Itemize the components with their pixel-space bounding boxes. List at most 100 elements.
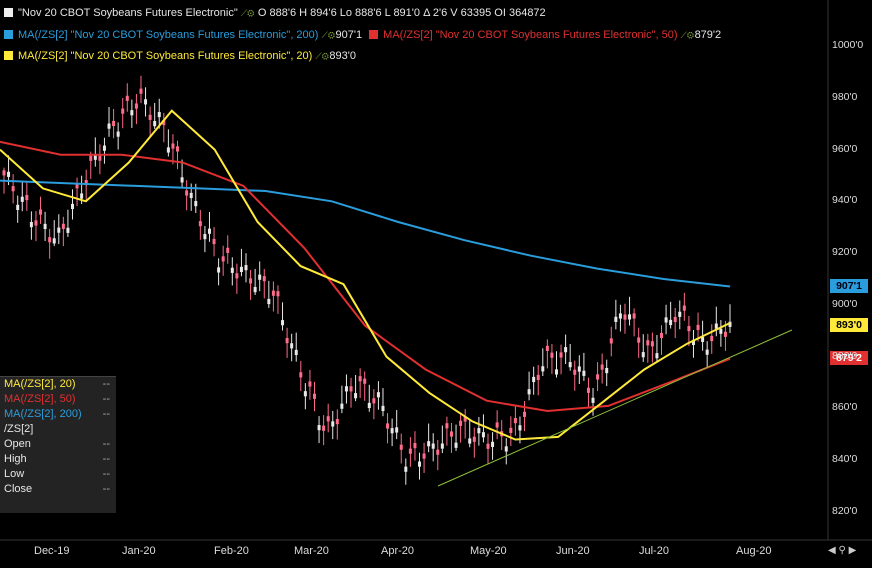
- candle-body: [445, 423, 449, 429]
- legend-row: Low --: [0, 467, 116, 482]
- legend-row-label: Close: [4, 483, 33, 495]
- candle-body: [102, 145, 106, 151]
- candle-body: [440, 443, 444, 449]
- candle-body: [130, 110, 134, 116]
- candle-body: [290, 343, 294, 349]
- candle-body: [376, 392, 380, 398]
- candle-body: [472, 436, 476, 442]
- legend-row: Open --: [0, 437, 116, 452]
- candle-body: [89, 155, 93, 161]
- price-tick-label: 940'0: [832, 194, 858, 207]
- candle-body: [390, 428, 394, 434]
- candle-body: [687, 326, 691, 332]
- price-tick-label: 1000'0: [832, 39, 864, 51]
- candle-body: [573, 369, 577, 375]
- candle-body: [299, 372, 303, 378]
- candle-body: [16, 204, 20, 210]
- candle-body: [399, 444, 403, 450]
- candle-body: [221, 256, 225, 262]
- candle-body: [554, 369, 558, 375]
- legend-row-label: Low: [4, 468, 25, 480]
- candle-body: [303, 391, 307, 397]
- settings-icon[interactable]: ⟋⚙: [241, 6, 255, 20]
- candle-body: [477, 428, 481, 434]
- candle-body: [431, 443, 435, 449]
- legend-row-value: --: [102, 378, 110, 390]
- ohlc-readout: O 888'6 H 894'6 Lo 888'6 L 891'0 Δ 2'6 V…: [257, 7, 546, 19]
- candle-body: [66, 227, 70, 233]
- zoom-icon[interactable]: ⚲: [838, 545, 845, 556]
- candle-body: [395, 427, 399, 433]
- legend-row-label: /ZS[2]: [4, 423, 34, 435]
- candle-body: [381, 405, 385, 412]
- candle-body: [719, 328, 723, 334]
- candle-body: [176, 146, 180, 152]
- ma20-settings-icon[interactable]: ⟋⚙: [315, 49, 329, 63]
- candle-body: [166, 147, 170, 153]
- candle-body: [340, 403, 344, 409]
- candle-body: [148, 114, 152, 120]
- candle-body: [20, 196, 24, 202]
- candle-body: [413, 443, 417, 449]
- candle-body: [61, 223, 65, 229]
- candle-body: [513, 418, 517, 424]
- candle-body: [518, 425, 522, 431]
- data-legend-box: MA(/ZS[2], 20) -- MA(/ZS[2], 50) -- MA(/ZS[2…: [0, 376, 116, 513]
- candle-body: [532, 376, 536, 383]
- candle-body: [121, 108, 125, 114]
- candle-body: [107, 123, 111, 129]
- candle-body: [486, 443, 490, 449]
- candle-body: [116, 131, 120, 137]
- candle-body: [157, 111, 161, 118]
- candle-body: [258, 274, 262, 280]
- candle-body: [144, 99, 148, 105]
- legend-row-value: --: [102, 393, 110, 405]
- candle-body: [358, 376, 362, 382]
- candle-body: [545, 345, 549, 351]
- ma50-settings-icon[interactable]: ⟋⚙: [681, 28, 695, 42]
- candle-body: [212, 238, 216, 245]
- candle-body: [527, 389, 531, 395]
- candle-body: [326, 416, 330, 422]
- legend-row-value: --: [102, 408, 110, 420]
- axis-controls[interactable]: ◀ ⚲ ▶: [828, 545, 856, 556]
- legend-row-value: --: [102, 468, 110, 480]
- legend-row: Close --: [0, 482, 116, 497]
- candle-body: [134, 103, 138, 109]
- candle-body: [696, 324, 700, 331]
- time-tick-label: Aug-20: [736, 545, 772, 557]
- scroll-left-icon[interactable]: ◀: [828, 545, 836, 556]
- ma200-label: MA(/ZS[2] "Nov 20 CBOT Soybeans Futures …: [18, 29, 319, 41]
- ma20-swatch: [4, 51, 13, 60]
- candle-body: [239, 266, 243, 272]
- candle-body: [641, 352, 645, 358]
- candle-body: [244, 265, 248, 271]
- candle-body: [495, 422, 499, 428]
- candle-body: [550, 352, 554, 358]
- candle-body: [125, 95, 129, 101]
- candle-body: [600, 364, 604, 370]
- legend-row-value: --: [102, 483, 110, 495]
- candle-body: [682, 305, 686, 311]
- ma200-settings-icon[interactable]: ⟋⚙: [322, 28, 336, 42]
- candle-body: [541, 366, 545, 372]
- candle-body: [523, 411, 527, 417]
- last-price-badge: 893'0: [830, 318, 868, 332]
- ma200-swatch: [4, 30, 13, 39]
- candle-body: [536, 374, 540, 381]
- ma20-value: 893'0: [329, 50, 356, 62]
- price-chart[interactable]: [0, 0, 872, 568]
- header-ma-row-2: MA(/ZS[2] "Nov 20 CBOT Soybeans Futures …: [4, 49, 356, 63]
- candle-body: [281, 320, 285, 326]
- candle-body: [714, 323, 718, 329]
- candle-body: [198, 221, 202, 227]
- candle-body: [408, 448, 412, 454]
- candle-body: [404, 466, 408, 472]
- legend-row: MA(/ZS[2], 50) --: [0, 392, 116, 407]
- candle-body: [449, 431, 453, 437]
- candle-body: [586, 387, 590, 393]
- scroll-right-icon[interactable]: ▶: [849, 545, 857, 556]
- candle-body: [308, 381, 312, 387]
- candle-body: [253, 287, 257, 293]
- candle-body: [650, 341, 654, 347]
